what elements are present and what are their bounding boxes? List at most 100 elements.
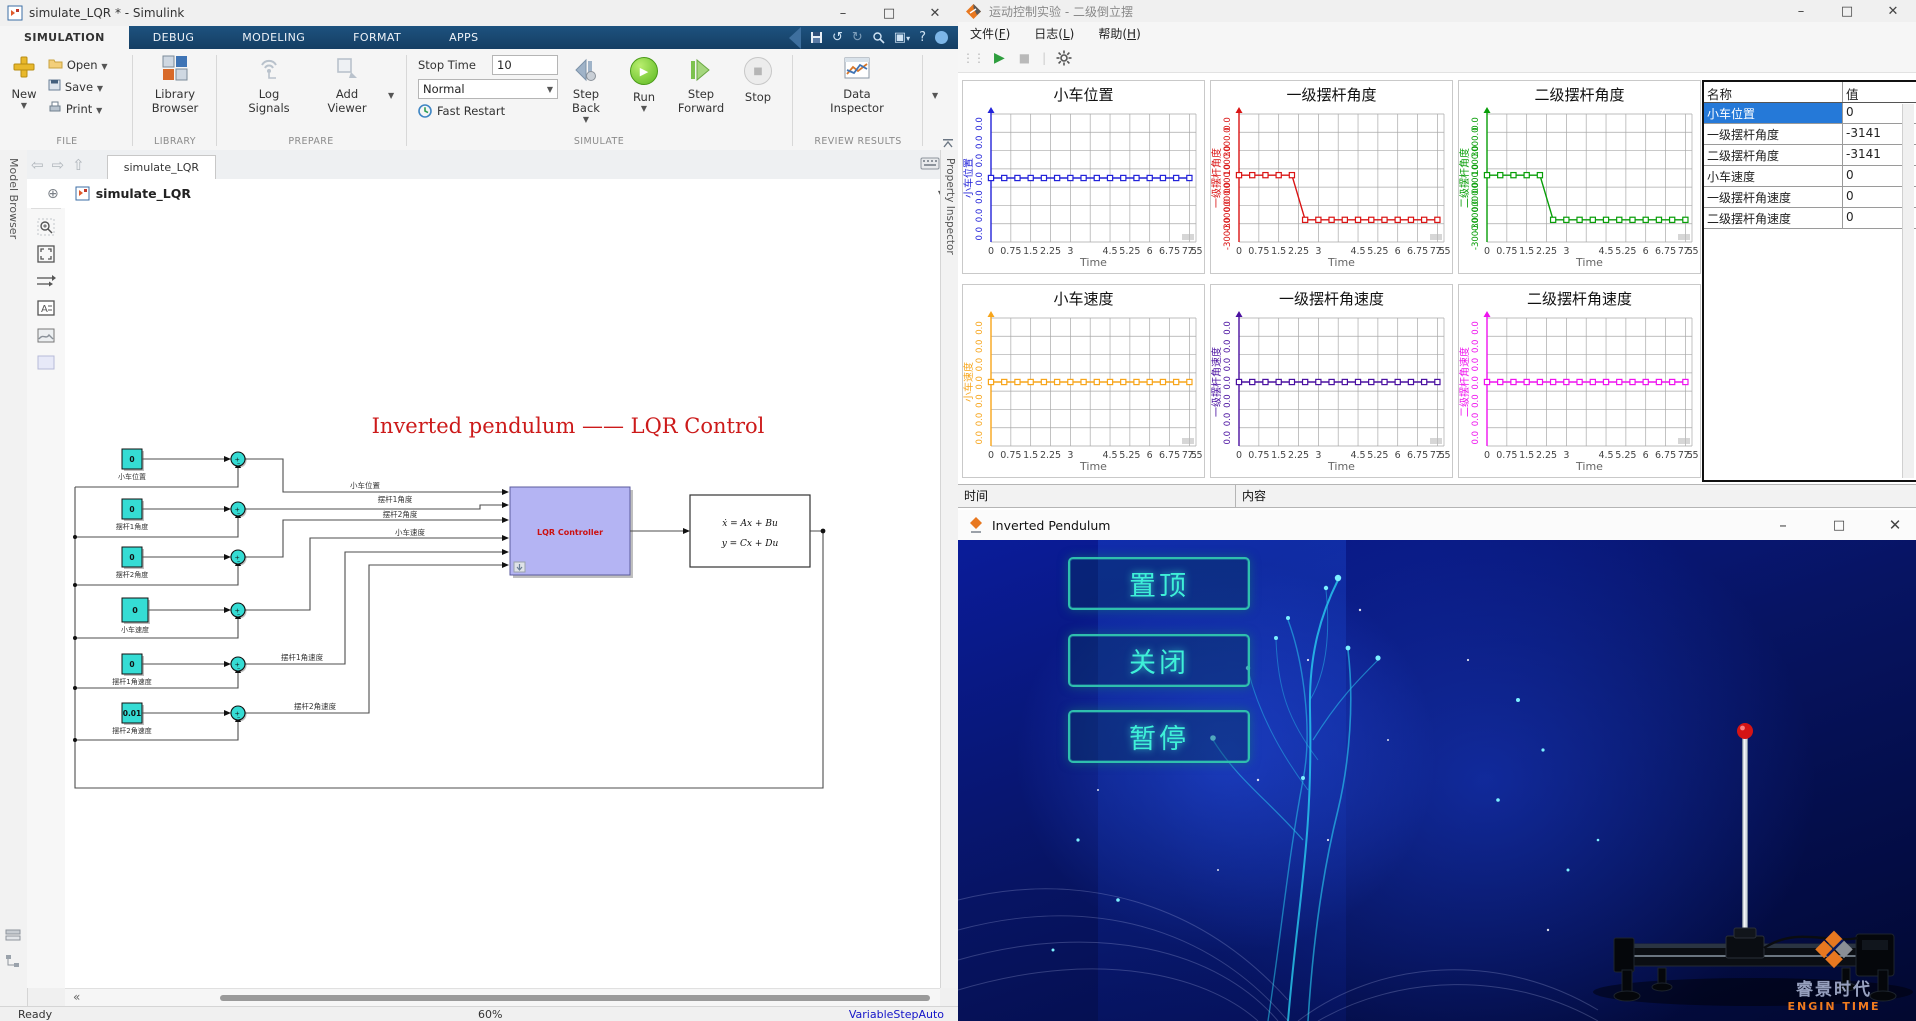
nav-up-icon[interactable]: ⇧ <box>72 156 85 174</box>
pendulum-button-1[interactable]: 关闭 <box>1068 634 1250 687</box>
print-button[interactable]: Print ▼ <box>48 101 102 116</box>
log-col-content[interactable]: 内容 <box>1236 485 1916 507</box>
scope-settings-icon[interactable] <box>1056 50 1072 66</box>
log-col-time[interactable]: 时间 <box>958 485 1236 507</box>
pendulum-button-0[interactable]: 置顶 <box>1068 557 1250 610</box>
annotation-icon[interactable]: A <box>35 297 57 319</box>
pendulum-button-2[interactable]: 暂停 <box>1068 710 1250 763</box>
menu-item-2[interactable]: 帮助(H) <box>1086 25 1152 42</box>
chart-panel-1[interactable]: 一级摆杆角度0.03000.01000.00000.00000.0-3000.0… <box>1210 80 1453 274</box>
new-button[interactable]: New ▼ <box>6 55 42 110</box>
tab-apps[interactable]: APPS <box>425 26 502 49</box>
library-browser-button[interactable]: Library Browser <box>144 55 206 115</box>
stop-time-input[interactable]: 10 <box>492 55 558 75</box>
chart-panel-3[interactable]: 小车速度0.00.00.00.00.00.00.0小车速度00.751.52.2… <box>962 284 1205 478</box>
save-icon[interactable] <box>810 31 823 44</box>
pendulum-minimize-button[interactable]: – <box>1768 510 1798 540</box>
svg-text:摆杆1角度: 摆杆1角度 <box>378 494 413 504</box>
undo-icon[interactable]: ↺ <box>832 30 843 45</box>
tab-format[interactable]: FORMAT <box>329 26 425 49</box>
review-more-caret[interactable]: ▼ <box>932 91 938 100</box>
tab-simulation[interactable]: SIMULATION <box>0 26 129 49</box>
menu-item-0[interactable]: 文件(F) <box>958 25 1022 42</box>
fast-restart-toggle[interactable]: Fast Restart <box>418 104 505 118</box>
model-canvas[interactable]: Inverted pendulum —— LQR Control小车位置摆杆1角… <box>65 208 940 988</box>
sim-mode-select[interactable]: Normal▼ <box>418 79 558 99</box>
step-back-button[interactable]: Step Back ▼ <box>560 57 612 124</box>
log-signals-button[interactable]: Log Signals <box>238 55 300 115</box>
chart-panel-5[interactable]: 二级摆杆角速度0.00.00.00.00.00.00.0二级摆杆角速度00.75… <box>1458 284 1701 478</box>
search-icon[interactable] <box>872 31 885 44</box>
redo-icon[interactable]: ↻ <box>852 30 863 45</box>
table-row-5[interactable]: 二级摆杆角速度0 <box>1704 208 1916 229</box>
close-button[interactable]: ✕ <box>912 0 958 26</box>
table-row-3[interactable]: 小车速度0 <box>1704 166 1916 187</box>
browser-layers-icon[interactable] <box>5 928 21 945</box>
save-button[interactable]: Save ▼ <box>48 79 103 94</box>
scope-minimize-button[interactable]: – <box>1778 0 1824 22</box>
nav-back-icon[interactable]: ⇦ <box>31 156 44 174</box>
signal-routing-icon[interactable] <box>35 270 57 292</box>
step-forward-button[interactable]: Step Forward <box>672 57 730 115</box>
fit-view-icon[interactable] <box>35 243 57 265</box>
minimize-button[interactable]: – <box>820 0 866 26</box>
zoom-tool-icon[interactable] <box>35 216 57 238</box>
area-box-icon[interactable] <box>35 351 57 373</box>
maximize-button[interactable]: □ <box>866 0 912 26</box>
svg-text:Time: Time <box>1327 460 1355 473</box>
scope-run-icon[interactable]: ▶ <box>994 50 1005 66</box>
row-name[interactable]: 小车位置 <box>1704 103 1843 123</box>
collapse-panel-icon[interactable]: « <box>73 990 80 1004</box>
image-annotation-icon[interactable] <box>35 324 57 346</box>
chart-panel-4[interactable]: 一级摆杆角速度0.00.00.00.00.00.00.0一级摆杆角速度00.75… <box>1210 284 1453 478</box>
pendulum-close-button[interactable]: ✕ <box>1880 510 1910 540</box>
chart-panel-0[interactable]: 小车位置0.00.00.00.00.00.00.0小车位置00.751.52.2… <box>962 80 1205 274</box>
nav-forward-icon[interactable]: ⇨ <box>52 156 65 174</box>
menu-item-1[interactable]: 日志(L) <box>1022 25 1086 42</box>
breadcrumb-model-name[interactable]: simulate_LQR <box>96 186 191 201</box>
add-viewer-button[interactable]: Add Viewer <box>316 55 378 115</box>
stop-button[interactable]: ■ Stop <box>736 57 780 104</box>
svg-text:小车位置: 小车位置 <box>118 472 146 481</box>
open-button[interactable]: Open ▼ <box>48 57 108 72</box>
sync-icon[interactable] <box>935 31 948 44</box>
svg-text:0.0: 0.0 <box>975 340 985 354</box>
table-scrollbar[interactable] <box>1902 104 1914 478</box>
chart-panel-2[interactable]: 二级摆杆角度0.03000.01000.00000.00000.0-3000.0… <box>1458 80 1701 274</box>
svg-text:5.25: 5.25 <box>1367 246 1388 257</box>
hscroll-thumb[interactable] <box>220 995 930 1001</box>
svg-text:0: 0 <box>132 606 138 615</box>
tab-modeling[interactable]: MODELING <box>218 26 329 49</box>
run-button[interactable]: ▶ Run ▼ <box>622 57 666 113</box>
collapse-ribbon-icon[interactable] <box>942 137 954 151</box>
canvas-hscrollbar[interactable]: « <box>65 988 940 1007</box>
row-name[interactable]: 二级摆杆角速度 <box>1704 208 1843 228</box>
tab-debug[interactable]: DEBUG <box>129 26 219 49</box>
data-inspector-button[interactable]: Data Inspector <box>824 55 890 115</box>
table-row-0[interactable]: 小车位置0 <box>1704 103 1916 124</box>
row-name[interactable]: 一级摆杆角速度 <box>1704 187 1843 207</box>
help-icon[interactable]: ? <box>919 30 926 45</box>
new-plus-icon <box>12 55 36 79</box>
group-library: Library Browser LIBRARY <box>136 49 214 149</box>
breadcrumb-scope-icon[interactable]: ⊕ <box>47 186 59 202</box>
pendulum-maximize-button[interactable]: □ <box>1824 510 1854 540</box>
scope-close-button[interactable]: ✕ <box>1870 0 1916 22</box>
row-name[interactable]: 小车速度 <box>1704 166 1843 186</box>
table-row-4[interactable]: 一级摆杆角速度0 <box>1704 187 1916 208</box>
property-inspector-strip[interactable]: Property Inspector <box>940 150 959 988</box>
prepare-more-caret[interactable]: ▼ <box>388 91 394 100</box>
keyboard-icon[interactable] <box>920 157 940 173</box>
scope-maximize-button[interactable]: □ <box>1824 0 1870 22</box>
row-name[interactable]: 一级摆杆角度 <box>1704 124 1843 144</box>
model-browser-strip[interactable]: Model Browser <box>0 150 28 1021</box>
table-row-2[interactable]: 二级摆杆角度-3141 <box>1704 145 1916 166</box>
status-solver[interactable]: VariableStepAuto <box>849 1008 944 1021</box>
row-name[interactable]: 二级摆杆角度 <box>1704 145 1843 165</box>
layout-icon[interactable]: ▣▾ <box>894 30 910 45</box>
browser-tree-icon[interactable] <box>5 954 21 971</box>
state-space-block[interactable] <box>690 495 810 567</box>
table-row-1[interactable]: 一级摆杆角度-3141 <box>1704 124 1916 145</box>
document-tab[interactable]: simulate_LQR <box>107 155 216 179</box>
scope-stop-icon[interactable]: ■ <box>1019 51 1030 65</box>
